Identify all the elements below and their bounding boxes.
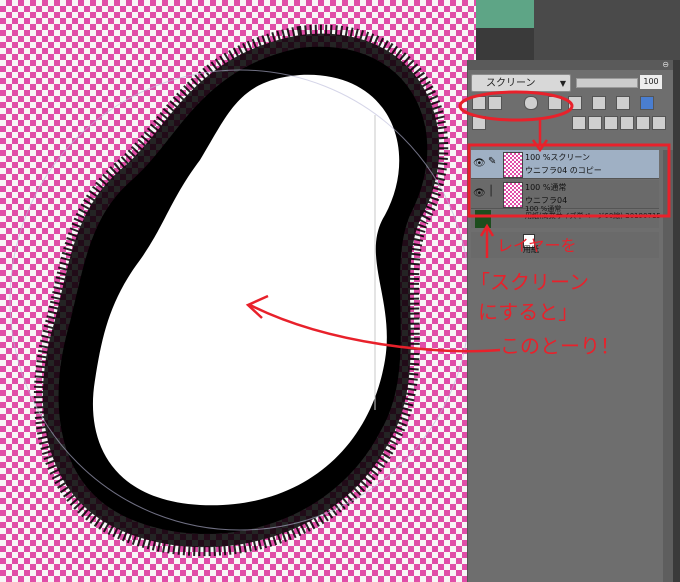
layer-name[interactable]: ウニフラ04 のコピー	[525, 165, 602, 176]
new-layer-icon[interactable]	[472, 96, 486, 110]
opacity-value[interactable]: 100	[640, 75, 662, 89]
tool-c-icon[interactable]	[604, 116, 618, 130]
mask-icon[interactable]	[524, 96, 538, 110]
scrollbar[interactable]	[663, 150, 673, 582]
annotation-arrow-label: レイヤーを	[497, 236, 577, 255]
window-edge-teal	[476, 0, 534, 28]
link-icon[interactable]	[568, 96, 582, 110]
annotation-line-2: にすると」	[478, 300, 579, 324]
close-icon[interactable]: ⊖	[662, 60, 669, 70]
reference-icon[interactable]	[592, 96, 606, 110]
tool-b-icon[interactable]	[588, 116, 602, 130]
tool-e-icon[interactable]	[636, 116, 650, 130]
layer-row-copy[interactable]: 👁 ✎ 100 %スクリーン ウニフラ04 のコピー	[471, 150, 659, 179]
lock-icon[interactable]	[548, 96, 562, 110]
tool-f-icon[interactable]	[652, 116, 666, 130]
annotation-line-3: このとーり！	[500, 334, 620, 358]
pen-icon: │	[488, 186, 495, 197]
layer-toolbar	[468, 96, 673, 156]
layer-mode: 100 %通常	[525, 183, 567, 192]
panel-header[interactable]: ⊖	[468, 60, 673, 70]
blend-mode-select[interactable]: スクリーン ▼	[471, 74, 571, 92]
layer-thumbnail	[503, 182, 523, 208]
panel-gutter	[672, 60, 680, 582]
drawing-canvas[interactable]	[0, 0, 476, 582]
layer-thumbnail	[503, 152, 523, 178]
layer-color-icon[interactable]	[616, 96, 630, 110]
paper-thumbnail	[475, 210, 491, 228]
palette-color-icon[interactable]	[488, 96, 502, 110]
pen-icon: ✎	[488, 156, 497, 167]
speedline-bubble	[9, 24, 471, 557]
blend-mode-value: スクリーン	[486, 78, 536, 89]
opacity-slider[interactable]	[576, 78, 638, 88]
layer-row-original[interactable]: 👁 │ 100 %通常 ウニフラ04	[471, 180, 659, 209]
layer-option-icon[interactable]	[640, 96, 654, 110]
eye-icon[interactable]: 👁	[473, 158, 486, 170]
blend-mode-row: スクリーン ▼ 100	[468, 72, 673, 94]
menu-icon[interactable]	[472, 116, 486, 130]
layer-row-paper[interactable]: 100 %通常 用紙(商業サイズ単ページ60線) 20190715	[471, 205, 661, 228]
layer-name[interactable]: 用紙(商業サイズ単ページ60線) 20190715	[525, 211, 661, 221]
chevron-down-icon: ▼	[559, 79, 566, 88]
tool-a-icon[interactable]	[572, 116, 586, 130]
annotation-line-1: 「スクリーン	[470, 270, 589, 294]
window-background	[534, 0, 680, 60]
eye-icon[interactable]: 👁	[473, 188, 486, 200]
layer-mode: 100 %スクリーン	[525, 153, 591, 162]
tool-d-icon[interactable]	[620, 116, 634, 130]
